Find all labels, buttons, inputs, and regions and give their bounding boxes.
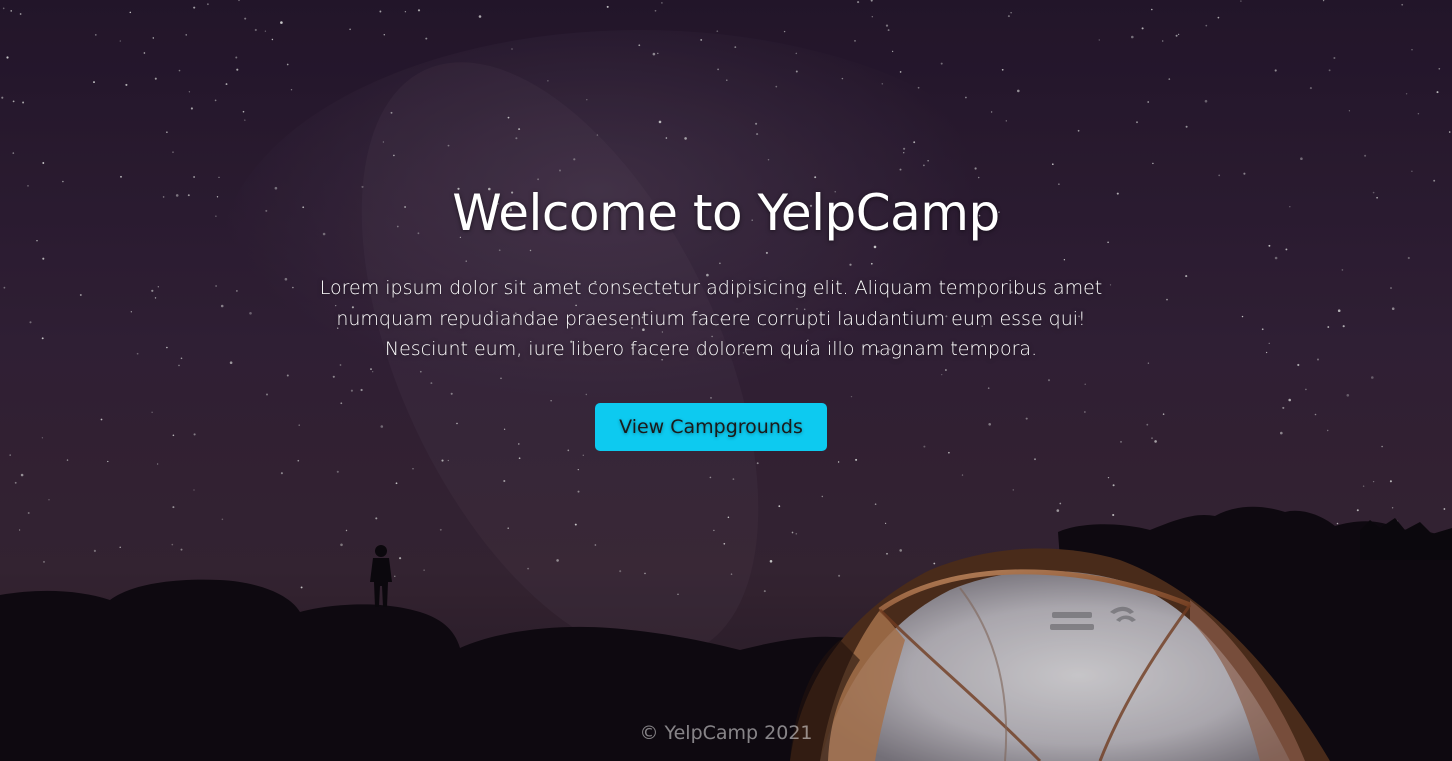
view-campgrounds-button[interactable]: View Campgrounds xyxy=(595,403,827,451)
landing-page: Welcome to YelpCamp Lorem ipsum dolor si… xyxy=(0,0,1452,761)
footer-copyright: © YelpCamp 2021 xyxy=(639,722,813,744)
hero-section: Welcome to YelpCamp Lorem ipsum dolor si… xyxy=(0,0,1452,761)
hero-description: Lorem ipsum dolor sit amet consectetur a… xyxy=(319,277,1103,360)
page-title: Welcome to YelpCamp xyxy=(452,184,1000,242)
